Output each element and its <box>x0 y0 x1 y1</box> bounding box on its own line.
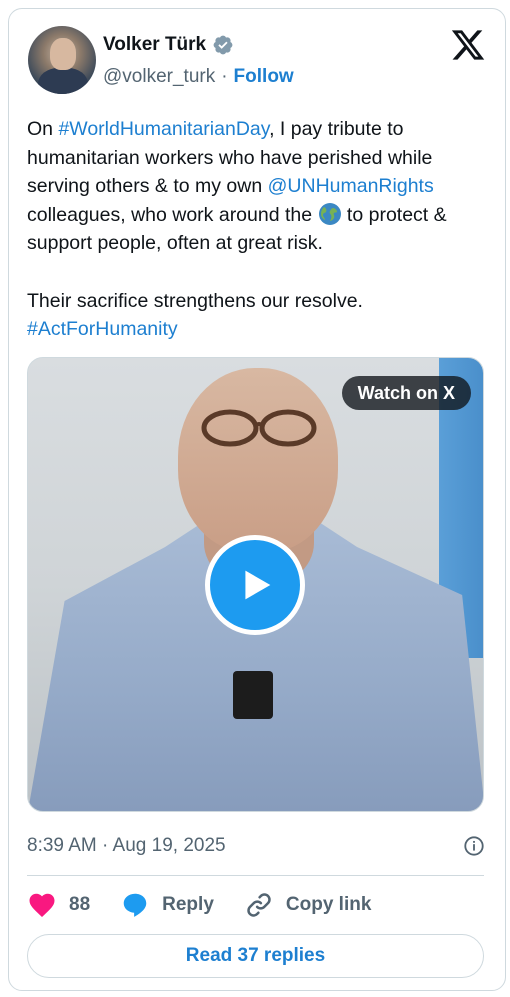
watch-on-x-button[interactable]: Watch on X <box>341 376 471 410</box>
hashtag-link[interactable]: #WorldHumanitarianDay <box>58 118 269 140</box>
author-handle[interactable]: @volker_turk <box>103 66 215 88</box>
microphone-image <box>233 671 273 719</box>
tweet-timestamp[interactable]: 8:39 AM · Aug 19, 2025 <box>27 835 226 857</box>
heart-icon <box>29 893 55 917</box>
tweet-text: On #WorldHumanitarianDay, I pay tribute … <box>27 118 447 341</box>
like-count: 88 <box>69 894 91 915</box>
follow-button[interactable]: Follow <box>234 66 294 88</box>
glasses-image <box>201 409 317 447</box>
mention-link[interactable]: @UNHumanRights <box>268 175 434 197</box>
link-icon <box>247 893 271 917</box>
tweet-card: Volker Türk @volker_turk · Follow On #Wo… <box>8 8 506 991</box>
x-logo-icon[interactable] <box>449 27 487 63</box>
reply-label: Reply <box>162 894 214 915</box>
copy-link-label: Copy link <box>285 894 372 915</box>
action-bar: 88 Reply Copy link <box>27 885 401 925</box>
avatar[interactable] <box>28 26 96 94</box>
author-name[interactable]: Volker Türk <box>103 34 206 56</box>
info-icon[interactable] <box>463 835 485 857</box>
like-button[interactable]: 88 <box>27 890 90 920</box>
play-button[interactable] <box>205 535 305 635</box>
divider <box>27 875 484 876</box>
reply-bubble-icon <box>123 893 147 917</box>
globe-emoji-icon <box>318 202 341 225</box>
verified-badge-icon <box>213 35 233 55</box>
handle-row: @volker_turk · Follow <box>103 66 294 88</box>
separator: · <box>221 66 228 87</box>
read-replies-button[interactable]: Read 37 replies <box>27 934 484 978</box>
copy-link-button[interactable]: Copy link <box>244 890 372 920</box>
reply-button[interactable]: Reply <box>120 890 214 920</box>
hashtag-link[interactable]: #ActForHumanity <box>27 318 178 340</box>
author-name-row: Volker Türk <box>103 34 234 56</box>
play-icon <box>245 570 271 600</box>
video-player[interactable]: Watch on X <box>27 357 484 812</box>
